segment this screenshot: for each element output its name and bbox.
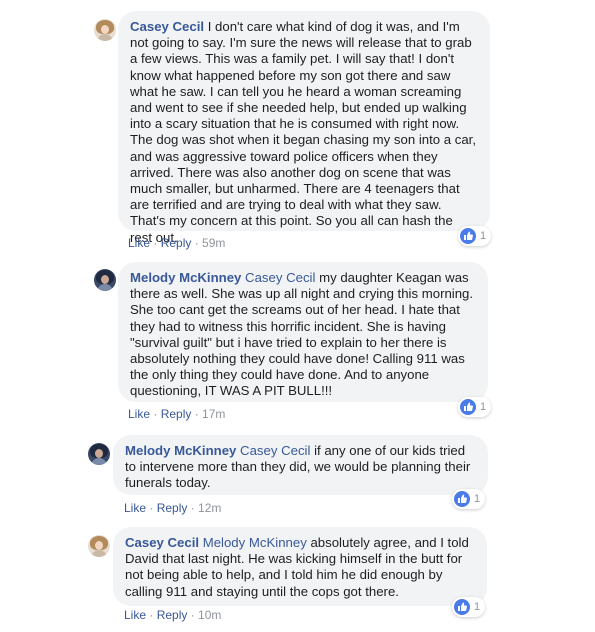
comment-bubble: Casey Cecil Melody McKinney absolutely a…: [113, 527, 487, 606]
comment-bubble: Melody McKinney Casey Cecil my daughter …: [118, 262, 488, 402]
comment-actions: Like · Reply · 12m: [124, 501, 222, 515]
reaction-count: 1: [474, 601, 481, 613]
comment-author[interactable]: Melody McKinney: [125, 443, 236, 458]
reaction-badge[interactable]: 1: [458, 226, 492, 246]
reaction-count: 1: [480, 230, 487, 242]
comment-actions: Like · Reply · 17m: [128, 407, 226, 421]
reaction-count: 1: [480, 401, 487, 413]
thumbs-up-icon: [460, 399, 476, 415]
comment-actions: Like · Reply · 59m: [128, 236, 226, 250]
timestamp[interactable]: 59m: [202, 236, 225, 250]
like-link[interactable]: Like: [128, 236, 150, 250]
reaction-badge[interactable]: 1: [458, 397, 492, 417]
comment-actions: Like · Reply · 10m: [124, 608, 222, 622]
avatar[interactable]: [94, 19, 116, 41]
comment-author[interactable]: Melody McKinney: [130, 270, 241, 285]
comment-author[interactable]: Casey Cecil: [125, 535, 199, 550]
reply-link[interactable]: Reply: [161, 236, 192, 250]
thumbs-up-icon: [454, 491, 470, 507]
reaction-badge[interactable]: 1: [452, 597, 486, 617]
avatar[interactable]: [88, 443, 110, 465]
timestamp[interactable]: 17m: [202, 407, 225, 421]
comment-mention[interactable]: Casey Cecil: [241, 270, 315, 285]
like-link[interactable]: Like: [128, 407, 150, 421]
reaction-count: 1: [474, 493, 481, 505]
comment-bubble: Melody McKinney Casey Cecil if any one o…: [113, 435, 488, 495]
comment-mention[interactable]: Casey Cecil: [236, 443, 310, 458]
reaction-badge[interactable]: 1: [452, 489, 486, 509]
comment-author[interactable]: Casey Cecil: [130, 19, 204, 34]
like-link[interactable]: Like: [124, 501, 146, 515]
comment-text: my daughter Keagan was there as well. Sh…: [130, 270, 474, 399]
thumbs-up-icon: [460, 228, 476, 244]
timestamp[interactable]: 10m: [198, 608, 221, 622]
reply-link[interactable]: Reply: [157, 501, 188, 515]
reply-link[interactable]: Reply: [157, 608, 188, 622]
comment-text: I don't care what kind of dog it was, an…: [130, 19, 477, 245]
avatar[interactable]: [94, 269, 116, 291]
comment-bubble: Casey Cecil I don't care what kind of do…: [118, 11, 490, 245]
thumbs-up-icon: [454, 599, 470, 615]
like-link[interactable]: Like: [124, 608, 146, 622]
reply-link[interactable]: Reply: [161, 407, 192, 421]
avatar[interactable]: [88, 535, 110, 557]
comment-mention[interactable]: Melody McKinney: [199, 535, 307, 550]
timestamp[interactable]: 12m: [198, 501, 221, 515]
